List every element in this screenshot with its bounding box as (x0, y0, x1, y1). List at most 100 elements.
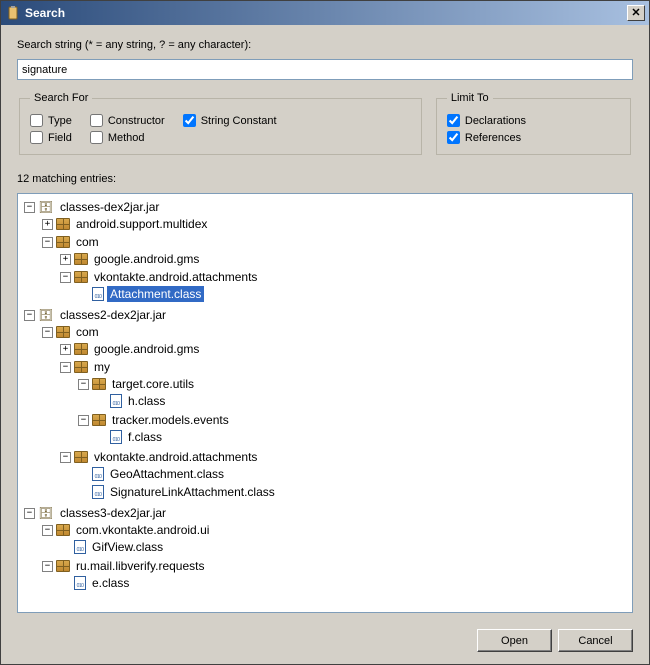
tree-label: vkontakte.android.attachments (91, 269, 260, 285)
button-bar: Open Cancel (17, 629, 633, 652)
toggle-collapse-icon[interactable]: − (60, 452, 71, 463)
dialog-body: Search string (* = any string, ? = any c… (1, 25, 649, 664)
package-icon (56, 560, 70, 572)
constructor-checkbox[interactable]: Constructor (90, 114, 165, 127)
cancel-button[interactable]: Cancel (558, 629, 633, 652)
toggle-collapse-icon[interactable]: − (24, 310, 35, 321)
window-title: Search (25, 6, 627, 20)
toggle-spacer (60, 578, 71, 589)
toggle-collapse-icon[interactable]: − (78, 379, 89, 390)
tree-node-package[interactable]: + android.support.multidex (42, 216, 628, 232)
results-tree[interactable]: −🗄classes-dex2jar.jar +android.support.m… (17, 193, 633, 613)
field-checkbox-input[interactable] (30, 131, 43, 144)
tree-node-package[interactable]: −my (60, 359, 628, 375)
toggle-expand-icon[interactable]: + (60, 254, 71, 265)
tree-node-package[interactable]: − com (42, 324, 628, 340)
tree-label: google.android.gms (91, 251, 202, 267)
package-icon (56, 326, 70, 338)
tree-label-selected: Attachment.class (107, 286, 204, 302)
tree-label: ru.mail.libverify.requests (73, 558, 207, 574)
jar-icon: 🗄 (38, 307, 54, 323)
tree-node-package[interactable]: −vkontakte.android.attachments (60, 449, 628, 465)
toggle-collapse-icon[interactable]: − (42, 327, 53, 338)
limit-to-group: Limit To Declarations References (436, 92, 631, 155)
toggle-spacer (60, 542, 71, 553)
close-button[interactable]: ✕ (627, 5, 645, 21)
class-icon (110, 430, 122, 444)
tree-node-class[interactable]: f.class (96, 429, 628, 445)
type-checkbox[interactable]: Type (30, 114, 72, 127)
jar-icon: 🗄 (38, 199, 54, 215)
tree-node-class[interactable]: GeoAttachment.class (78, 466, 628, 482)
declarations-checkbox-input[interactable] (447, 114, 460, 127)
package-icon (74, 271, 88, 283)
tree-node-package[interactable]: −tracker.models.events (78, 412, 628, 428)
tree-node-package[interactable]: − com.vkontakte.android.ui (42, 522, 628, 538)
search-for-legend: Search For (30, 92, 92, 104)
toggle-collapse-icon[interactable]: − (42, 525, 53, 536)
references-checkbox[interactable]: References (447, 131, 521, 144)
tree-node-package[interactable]: + google.android.gms (60, 251, 628, 267)
references-label: References (465, 132, 521, 144)
package-icon (74, 343, 88, 355)
toggle-collapse-icon[interactable]: − (60, 272, 71, 283)
toggle-collapse-icon[interactable]: − (78, 415, 89, 426)
toggle-collapse-icon[interactable]: − (42, 561, 53, 572)
tree-node-class[interactable]: GifView.class (60, 539, 628, 555)
tree-node-class[interactable]: e.class (60, 575, 628, 591)
constructor-checkbox-input[interactable] (90, 114, 103, 127)
open-button[interactable]: Open (477, 629, 552, 652)
method-checkbox-input[interactable] (90, 131, 103, 144)
tree-node-jar[interactable]: −🗄classes-dex2jar.jar (24, 199, 628, 215)
toggle-spacer (78, 487, 89, 498)
tree-label: classes-dex2jar.jar (57, 199, 162, 215)
toggle-collapse-icon[interactable]: − (60, 362, 71, 373)
tree-node-package[interactable]: + google.android.gms (60, 341, 628, 357)
tree-node-package[interactable]: − ru.mail.libverify.requests (42, 558, 628, 574)
class-icon (74, 576, 86, 590)
field-checkbox[interactable]: Field (30, 131, 72, 144)
window-icon (5, 5, 21, 21)
tree-node-jar[interactable]: −🗄classes2-dex2jar.jar (24, 307, 628, 323)
field-label: Field (48, 132, 72, 144)
string-constant-checkbox-input[interactable] (183, 114, 196, 127)
search-input[interactable] (17, 59, 633, 80)
class-icon (92, 485, 104, 499)
method-label: Method (108, 132, 145, 144)
method-checkbox[interactable]: Method (90, 131, 145, 144)
tree-label: com (73, 234, 102, 250)
tree-node-package[interactable]: − vkontakte.android.attachments (60, 269, 628, 285)
tree-node-class[interactable]: SignatureLinkAttachment.class (78, 484, 628, 500)
constructor-label: Constructor (108, 115, 165, 127)
class-icon (92, 467, 104, 481)
tree-label: android.support.multidex (73, 216, 210, 232)
tree-node-package[interactable]: − com (42, 234, 628, 250)
package-icon (92, 414, 106, 426)
toggle-expand-icon[interactable]: + (60, 344, 71, 355)
references-checkbox-input[interactable] (447, 131, 460, 144)
option-groups: Search For Type Constructor String Const… (17, 92, 633, 155)
tree-label: classes3-dex2jar.jar (57, 505, 169, 521)
string-constant-label: String Constant (201, 115, 277, 127)
package-icon (92, 378, 106, 390)
package-icon (56, 524, 70, 536)
toggle-collapse-icon[interactable]: − (24, 508, 35, 519)
package-icon (74, 361, 88, 373)
titlebar: Search ✕ (1, 1, 649, 25)
tree-node-package[interactable]: −target.core.utils (78, 376, 628, 392)
toggle-collapse-icon[interactable]: − (24, 202, 35, 213)
tree-label: GeoAttachment.class (107, 466, 227, 482)
package-icon (74, 451, 88, 463)
jar-icon: 🗄 (38, 505, 54, 521)
tree-node-class[interactable]: h.class (96, 393, 628, 409)
tree-node-jar[interactable]: −🗄classes3-dex2jar.jar (24, 505, 628, 521)
type-checkbox-input[interactable] (30, 114, 43, 127)
tree-label: com.vkontakte.android.ui (73, 522, 212, 538)
tree-node-class[interactable]: Attachment.class (78, 286, 628, 302)
toggle-expand-icon[interactable]: + (42, 219, 53, 230)
declarations-checkbox[interactable]: Declarations (447, 114, 526, 127)
tree-label: google.android.gms (91, 341, 202, 357)
tree-label: com (73, 324, 102, 340)
toggle-collapse-icon[interactable]: − (42, 237, 53, 248)
string-constant-checkbox[interactable]: String Constant (183, 114, 277, 127)
